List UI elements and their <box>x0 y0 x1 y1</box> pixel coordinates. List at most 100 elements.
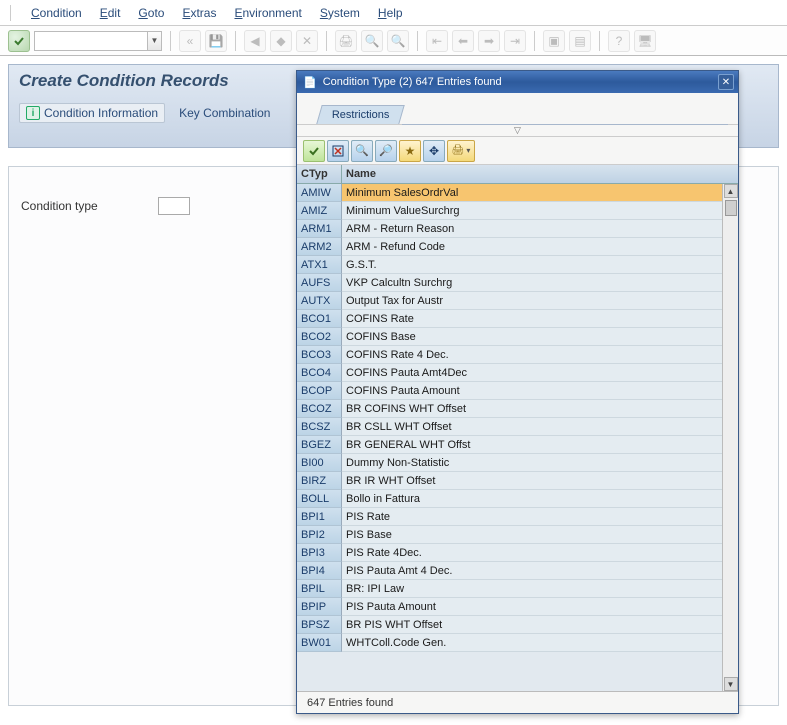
main-toolbar: ▼ « 💾 ◀ ◆ ✕ 🖨 🔍 🔍 ⇤ ⬅ ➡ ⇥ ▣ ▤ ? 🖥 <box>0 26 787 56</box>
close-button[interactable]: ✕ <box>718 74 734 90</box>
table-row[interactable]: BCOZBR COFINS WHT Offset <box>297 400 722 418</box>
table-row[interactable]: BGEZBR GENERAL WHT Offst <box>297 436 722 454</box>
next-page-icon[interactable]: ➡ <box>478 30 500 52</box>
new-session-icon[interactable]: ▣ <box>543 30 565 52</box>
table-row[interactable]: BOLLBollo in Fattura <box>297 490 722 508</box>
menu-extras[interactable]: Extras <box>182 6 216 20</box>
collapse-handle[interactable]: ▽ <box>297 125 738 137</box>
cancel-icon[interactable]: ✕ <box>296 30 318 52</box>
table-row[interactable]: BIRZBR IR WHT Offset <box>297 472 722 490</box>
menu-edit[interactable]: Edit <box>100 6 121 20</box>
button-label: Key Combination <box>179 106 270 120</box>
binoculars-icon: 🔍 <box>355 144 369 157</box>
table-row[interactable]: BCSZBR CSLL WHT Offset <box>297 418 722 436</box>
table-row[interactable]: ARM1ARM - Return Reason <box>297 220 722 238</box>
back-green-icon[interactable]: ◀ <box>244 30 266 52</box>
command-field[interactable]: ▼ <box>34 31 162 51</box>
enter-button[interactable] <box>8 30 30 52</box>
print-icon[interactable]: 🖨 <box>335 30 357 52</box>
exit-icon[interactable]: ◆ <box>270 30 292 52</box>
cell-name: COFINS Base <box>342 328 722 346</box>
cell-ctyp: BGEZ <box>297 436 342 454</box>
find-next-icon[interactable]: 🔍 <box>387 30 409 52</box>
table-row[interactable]: BI00Dummy Non-Statistic <box>297 454 722 472</box>
cell-ctyp: BPIP <box>297 598 342 616</box>
wrench-icon: ✥ <box>429 144 439 158</box>
cell-ctyp: BCO4 <box>297 364 342 382</box>
document-icon: 📄 <box>303 76 317 89</box>
first-page-icon[interactable]: ⇤ <box>426 30 448 52</box>
menu-system[interactable]: System <box>320 6 360 20</box>
cell-name: PIS Pauta Amount <box>342 598 722 616</box>
column-header-ctyp[interactable]: CTyp <box>297 165 342 183</box>
table-row[interactable]: BW01WHTColl.Code Gen. <box>297 634 722 652</box>
condition-type-input[interactable] <box>158 197 190 215</box>
tab-restrictions[interactable]: Restrictions <box>316 105 405 124</box>
table-row[interactable]: BPI1PIS Rate <box>297 508 722 526</box>
popup-titlebar[interactable]: 📄 Condition Type (2) 647 Entries found ✕ <box>297 71 738 93</box>
menu-environment[interactable]: Environment <box>234 6 301 20</box>
table-row[interactable]: BPILBR: IPI Law <box>297 580 722 598</box>
find-icon[interactable]: 🔍 <box>361 30 383 52</box>
table-row[interactable]: BCO1COFINS Rate <box>297 310 722 328</box>
cell-ctyp: AUFS <box>297 274 342 292</box>
condition-type-label: Condition type <box>21 199 98 213</box>
find-button[interactable]: 🔍 <box>351 140 373 162</box>
table-row[interactable]: BCO4COFINS Pauta Amt4Dec <box>297 364 722 382</box>
print-dropdown-button[interactable]: 🖨 <box>447 140 475 162</box>
scroll-up-icon[interactable]: ▲ <box>724 184 738 198</box>
table-row[interactable]: BCO2COFINS Base <box>297 328 722 346</box>
cell-name: Minimum SalesOrdrVal <box>342 184 722 202</box>
menu-goto[interactable]: Goto <box>138 6 164 20</box>
binoculars-plus-icon: 🔎 <box>379 144 393 157</box>
table-row[interactable]: BPSZBR PIS WHT Offset <box>297 616 722 634</box>
key-combination-button[interactable]: Key Combination <box>179 104 270 122</box>
table-row[interactable]: AUTXOutput Tax for Austr <box>297 292 722 310</box>
new-search-button[interactable] <box>327 140 349 162</box>
layout-icon[interactable]: ▤ <box>569 30 591 52</box>
table-row[interactable]: ARM2ARM - Refund Code <box>297 238 722 256</box>
prev-page-icon[interactable]: ⬅ <box>452 30 474 52</box>
table-row[interactable]: BCOPCOFINS Pauta Amount <box>297 382 722 400</box>
table-row[interactable]: BCO3COFINS Rate 4 Dec. <box>297 346 722 364</box>
table-row[interactable]: BPI4PIS Pauta Amt 4 Dec. <box>297 562 722 580</box>
command-dropdown-icon[interactable]: ▼ <box>147 32 161 50</box>
find-next-button[interactable]: 🔎 <box>375 140 397 162</box>
table-row[interactable]: ATX1G.S.T. <box>297 256 722 274</box>
accept-button[interactable] <box>303 140 325 162</box>
vertical-scrollbar[interactable]: ▲ ▼ <box>722 184 738 691</box>
cell-ctyp: BOLL <box>297 490 342 508</box>
table-row[interactable]: BPI3PIS Rate 4Dec. <box>297 544 722 562</box>
content-area: Create Condition Records i Condition Inf… <box>0 56 787 725</box>
table-row[interactable]: BPI2PIS Base <box>297 526 722 544</box>
scroll-thumb[interactable] <box>725 200 737 216</box>
menu-help[interactable]: Help <box>378 6 403 20</box>
toolbar-separator <box>599 31 600 51</box>
menu-condition[interactable]: Condition <box>31 6 82 20</box>
column-header-name[interactable]: Name <box>342 165 738 183</box>
scroll-down-icon[interactable]: ▼ <box>724 677 738 691</box>
help-icon[interactable]: ? <box>608 30 630 52</box>
save-icon[interactable]: 💾 <box>205 30 227 52</box>
personal-list-button[interactable]: ★ <box>399 140 421 162</box>
table-row[interactable]: AUFSVKP Calcultn Surchrg <box>297 274 722 292</box>
toolbar-separator <box>326 31 327 51</box>
table-row[interactable]: BPIPPIS Pauta Amount <box>297 598 722 616</box>
customize-icon[interactable]: 🖥 <box>634 30 656 52</box>
table-row[interactable]: AMIZMinimum ValueSurchrg <box>297 202 722 220</box>
table-header: CTyp Name <box>297 165 738 184</box>
last-page-icon[interactable]: ⇥ <box>504 30 526 52</box>
table-row[interactable]: AMIWMinimum SalesOrdrVal <box>297 184 722 202</box>
tech-info-button[interactable]: ✥ <box>423 140 445 162</box>
cell-ctyp: BW01 <box>297 634 342 652</box>
command-input[interactable] <box>35 32 147 50</box>
result-list: AMIWMinimum SalesOrdrValAMIZMinimum Valu… <box>297 184 738 691</box>
cell-name: COFINS Rate <box>342 310 722 328</box>
cell-name: PIS Pauta Amt 4 Dec. <box>342 562 722 580</box>
back-icon[interactable]: « <box>179 30 201 52</box>
cell-ctyp: BPI3 <box>297 544 342 562</box>
toolbar-separator <box>534 31 535 51</box>
cell-name: WHTColl.Code Gen. <box>342 634 722 652</box>
condition-information-button[interactable]: i Condition Information <box>19 103 165 123</box>
cell-ctyp: BCSZ <box>297 418 342 436</box>
